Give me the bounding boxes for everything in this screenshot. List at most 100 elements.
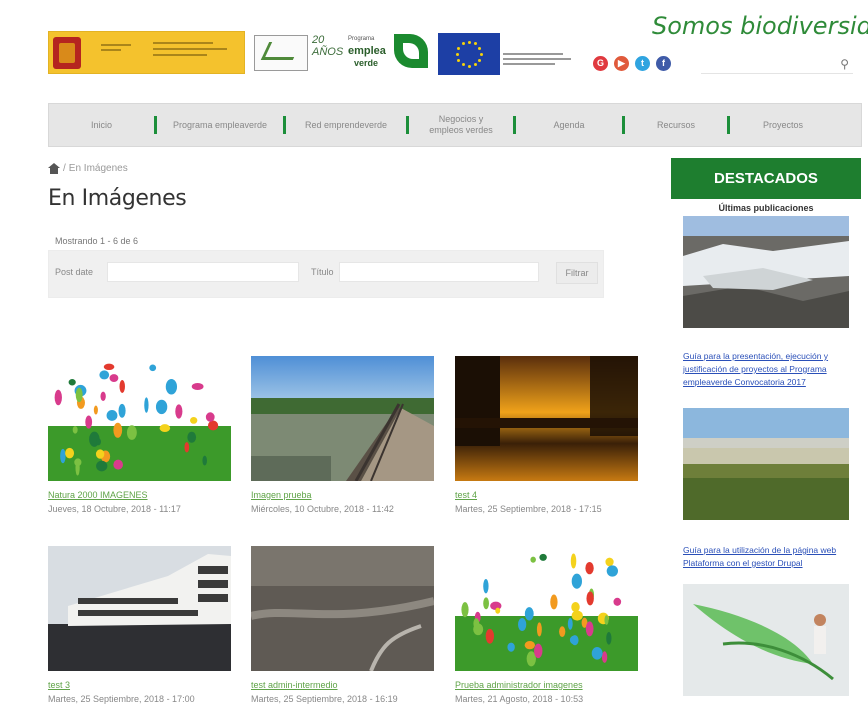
decorative-dot	[96, 460, 108, 472]
star-icon	[455, 52, 459, 56]
decorative-dot	[524, 640, 536, 650]
decorative-dot	[518, 618, 527, 631]
decorative-dot	[191, 382, 204, 391]
gallery-date-5: Martes, 25 Septiembre, 2018 - 16:19	[251, 694, 398, 704]
sidebar-image-3[interactable]	[683, 584, 849, 696]
breadcrumb-current: En Imágenes	[68, 163, 128, 174]
sidebar-link-2[interactable]: Guía para la utilización de la página we…	[683, 544, 849, 570]
star-icon	[461, 42, 465, 46]
star-icon	[477, 58, 481, 62]
decorative-dot	[155, 399, 168, 415]
decorative-dot	[54, 389, 62, 406]
decorative-dot	[485, 628, 495, 644]
nav-item-proyectos[interactable]: Proyectos	[730, 120, 836, 131]
decorative-dot	[119, 380, 125, 393]
nav-item-negocios[interactable]: Negocios y empleos verdes	[409, 114, 513, 136]
decorative-dot	[604, 615, 609, 625]
gallery-title-6[interactable]: Prueba administrador imagenes	[455, 680, 583, 690]
gallery-image-3[interactable]	[455, 356, 638, 481]
search-field[interactable]: ⚲	[701, 56, 853, 74]
emplea-verde-logo[interactable]: Programa emplea verde	[346, 33, 430, 73]
star-icon	[477, 46, 481, 50]
gallery-title-2[interactable]: Imagen prueba	[251, 490, 312, 500]
decorative-dot	[103, 363, 115, 371]
eu-flag-logo[interactable]	[438, 33, 500, 75]
main-nav: Inicio Programa empleaverde Red emprende…	[48, 103, 862, 147]
gallery-title-3[interactable]: test 4	[455, 490, 477, 500]
decorative-dot	[524, 607, 534, 621]
nav-item-red[interactable]: Red emprendeverde	[286, 120, 406, 131]
government-logo[interactable]	[48, 31, 245, 74]
decorative-dot	[585, 561, 594, 575]
sidebar-subheading: Últimas publicaciones	[718, 203, 814, 213]
gallery-image-1[interactable]	[48, 356, 231, 481]
decorative-dot	[190, 417, 198, 424]
page-root: 20 AÑOS Programa emplea verde Somos biod…	[0, 0, 868, 708]
sidebar-image-1[interactable]	[683, 216, 849, 328]
breadcrumb: / En Imágenes	[48, 163, 128, 174]
gallery-image-5[interactable]	[251, 546, 434, 671]
page-title: En Imágenes	[48, 186, 187, 211]
gallery-image-6[interactable]	[455, 546, 638, 671]
decorative-dot	[207, 420, 219, 431]
decorative-dot	[100, 391, 106, 402]
search-icon[interactable]: ⚲	[840, 57, 849, 71]
decorative-dot	[530, 556, 536, 563]
decorative-dot	[567, 617, 573, 630]
filter-button[interactable]: Filtrar	[556, 262, 598, 284]
decorative-dot	[85, 415, 93, 429]
decorative-dot	[601, 651, 608, 663]
decorative-dot	[68, 379, 76, 386]
logo-text-bottom: verde	[354, 58, 379, 68]
nav-item-recursos[interactable]: Recursos	[625, 120, 727, 131]
gallery-title-1[interactable]: Natura 2000 IMAGENES	[48, 490, 148, 500]
anniversary-logo: 20 AÑOS	[312, 34, 344, 58]
gallery-title-5[interactable]: test admin-intermedio	[251, 680, 338, 690]
decorative-dot	[113, 422, 123, 438]
youtube-icon[interactable]: ▶	[614, 56, 629, 71]
google-plus-icon[interactable]: G	[593, 56, 608, 71]
decorative-dot	[571, 573, 583, 589]
decorative-dot	[65, 447, 75, 459]
fundacion-biodiversidad-logo[interactable]	[254, 35, 308, 71]
boardwalk-photo	[251, 356, 434, 481]
gallery-title-4[interactable]: test 3	[48, 680, 70, 690]
gallery-image-2[interactable]	[251, 356, 434, 481]
decorative-dot	[473, 618, 480, 629]
star-icon	[467, 40, 471, 44]
star-icon	[467, 64, 471, 68]
fse-logo	[503, 53, 573, 73]
star-icon	[473, 62, 477, 66]
title-input[interactable]	[339, 262, 539, 282]
decorative-dot	[113, 459, 123, 470]
nav-item-agenda[interactable]: Agenda	[516, 120, 622, 131]
decorative-dot	[96, 438, 101, 446]
gallery-image-4[interactable]	[48, 546, 231, 671]
leaf-girl-illustration	[683, 584, 849, 696]
aerial-photo	[251, 546, 434, 671]
decorative-dot	[126, 425, 137, 440]
nav-item-programa[interactable]: Programa empleaverde	[157, 120, 283, 131]
post-date-input[interactable]	[107, 262, 299, 282]
decorative-dot	[75, 459, 80, 476]
decorative-dot	[106, 410, 118, 421]
decorative-dot	[570, 553, 577, 569]
home-icon[interactable]	[48, 163, 60, 174]
facebook-icon[interactable]: f	[656, 56, 671, 71]
title-label: Título	[311, 267, 334, 277]
sunset-photo	[455, 356, 638, 481]
site-title[interactable]: Somos biodiversidad	[652, 12, 868, 40]
search-input[interactable]	[701, 58, 831, 74]
nav-item-inicio[interactable]: Inicio	[49, 120, 154, 131]
decorative-dot	[149, 364, 157, 372]
sidebar-image-2[interactable]	[683, 408, 849, 520]
decorative-dot	[165, 378, 178, 395]
decorative-dot	[202, 455, 207, 466]
decorative-dot	[483, 597, 489, 610]
sidebar-heading: DESTACADOS	[671, 158, 861, 199]
sidebar-link-1[interactable]: Guía para la presentación, ejecución y j…	[683, 350, 849, 389]
decorative-dot	[606, 632, 612, 645]
decorative-dot	[539, 553, 547, 561]
twitter-icon[interactable]: t	[635, 56, 650, 71]
filter-panel: Post date Título Filtrar	[48, 250, 604, 298]
